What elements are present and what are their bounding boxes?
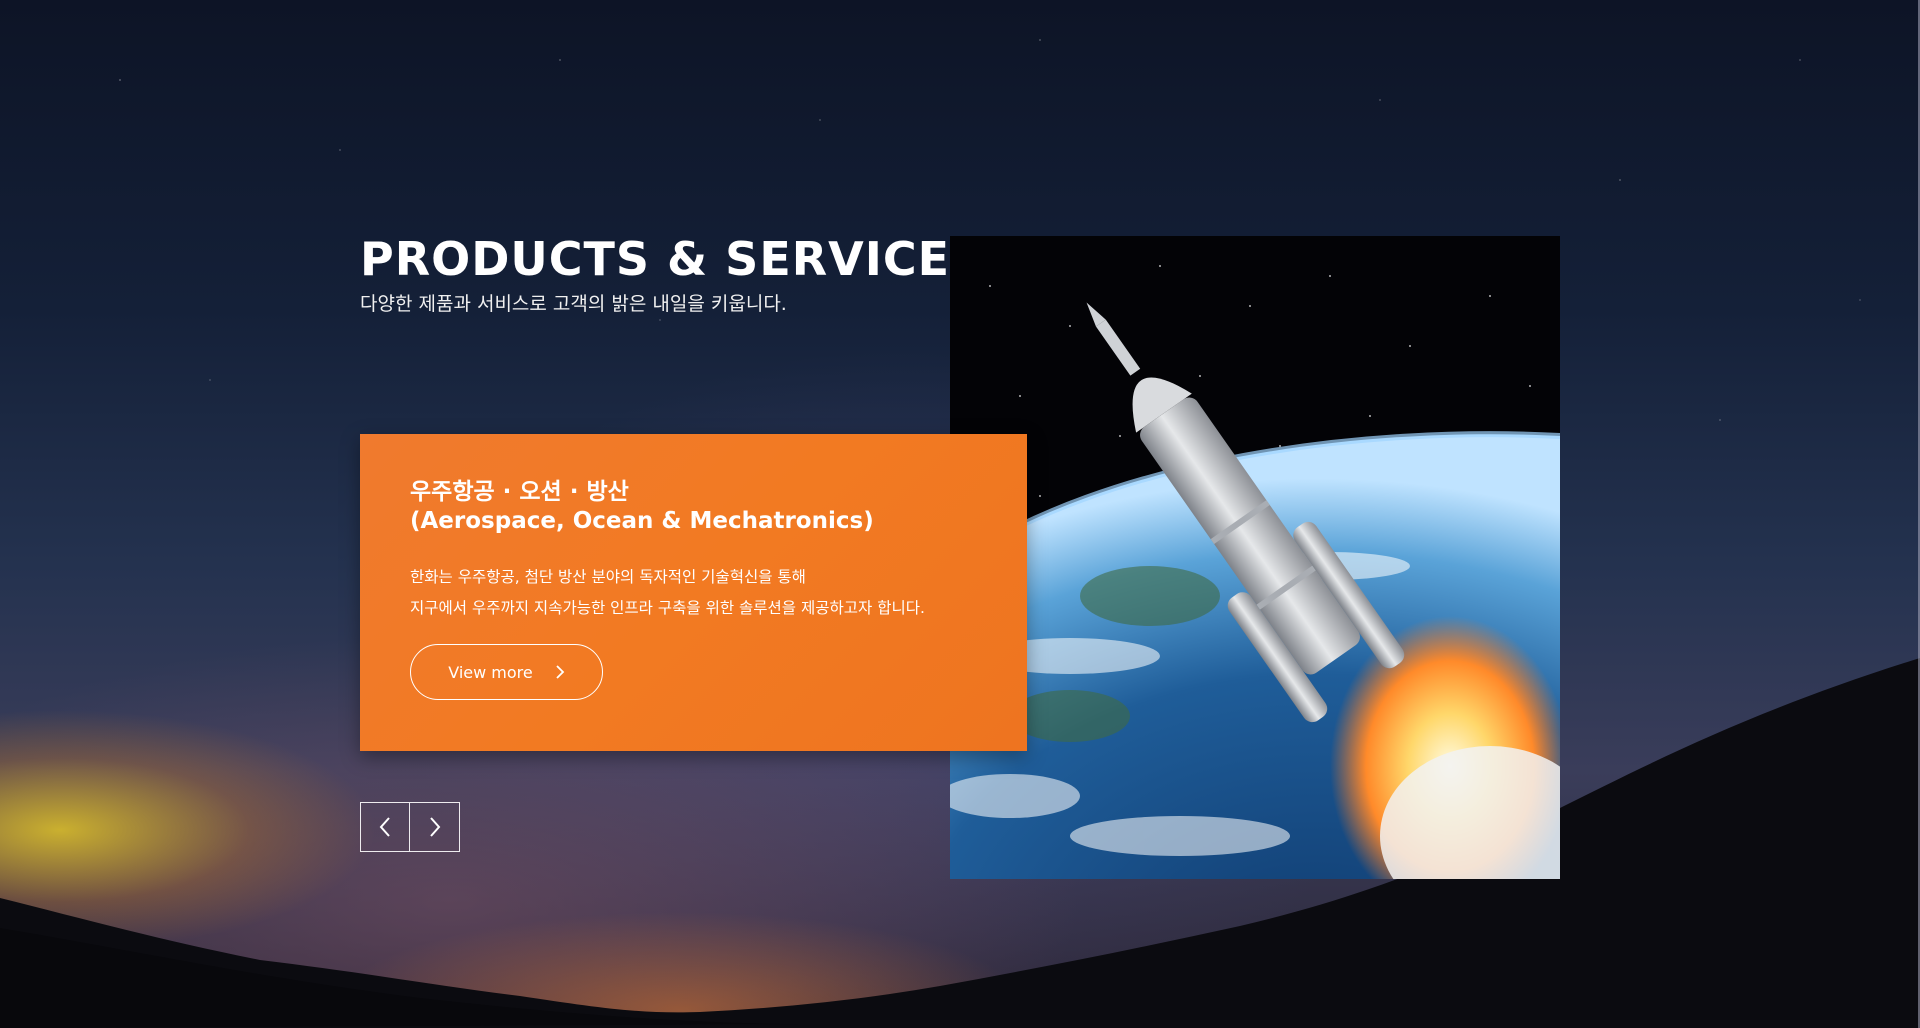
card-title-english: (Aerospace, Ocean & Mechatronics)	[410, 508, 874, 534]
product-card: 우주항공 · 오션 · 방산 (Aerospace, Ocean & Mecha…	[360, 434, 1027, 751]
next-slide-button[interactable]	[410, 802, 460, 852]
chevron-left-icon	[379, 817, 390, 837]
rocket-launch-image	[950, 236, 1560, 879]
card-title: 우주항공 · 오션 · 방산 (Aerospace, Ocean & Mecha…	[410, 478, 977, 536]
view-more-label: View more	[448, 662, 533, 682]
slider-navigation	[360, 802, 460, 852]
section-title: PRODUCTS & SERVICES	[360, 232, 985, 286]
chevron-right-icon	[429, 817, 440, 837]
card-description: 한화는 우주항공, 첨단 방산 분야의 독자적인 기술혁신을 통해 지구에서 우…	[410, 562, 977, 624]
card-title-korean: 우주항공 · 오션 · 방산	[410, 479, 629, 505]
chevron-right-icon	[556, 665, 565, 679]
card-description-line-2: 지구에서 우주까지 지속가능한 인프라 구축을 위한 솔루션을 제공하고자 합니…	[410, 599, 925, 617]
section-subtitle: 다양한 제품과 서비스로 고객의 밝은 내일을 키웁니다.	[360, 293, 787, 315]
view-more-button[interactable]: View more	[410, 644, 603, 700]
previous-slide-button[interactable]	[360, 802, 410, 852]
card-description-line-1: 한화는 우주항공, 첨단 방산 분야의 독자적인 기술혁신을 통해	[410, 568, 806, 586]
